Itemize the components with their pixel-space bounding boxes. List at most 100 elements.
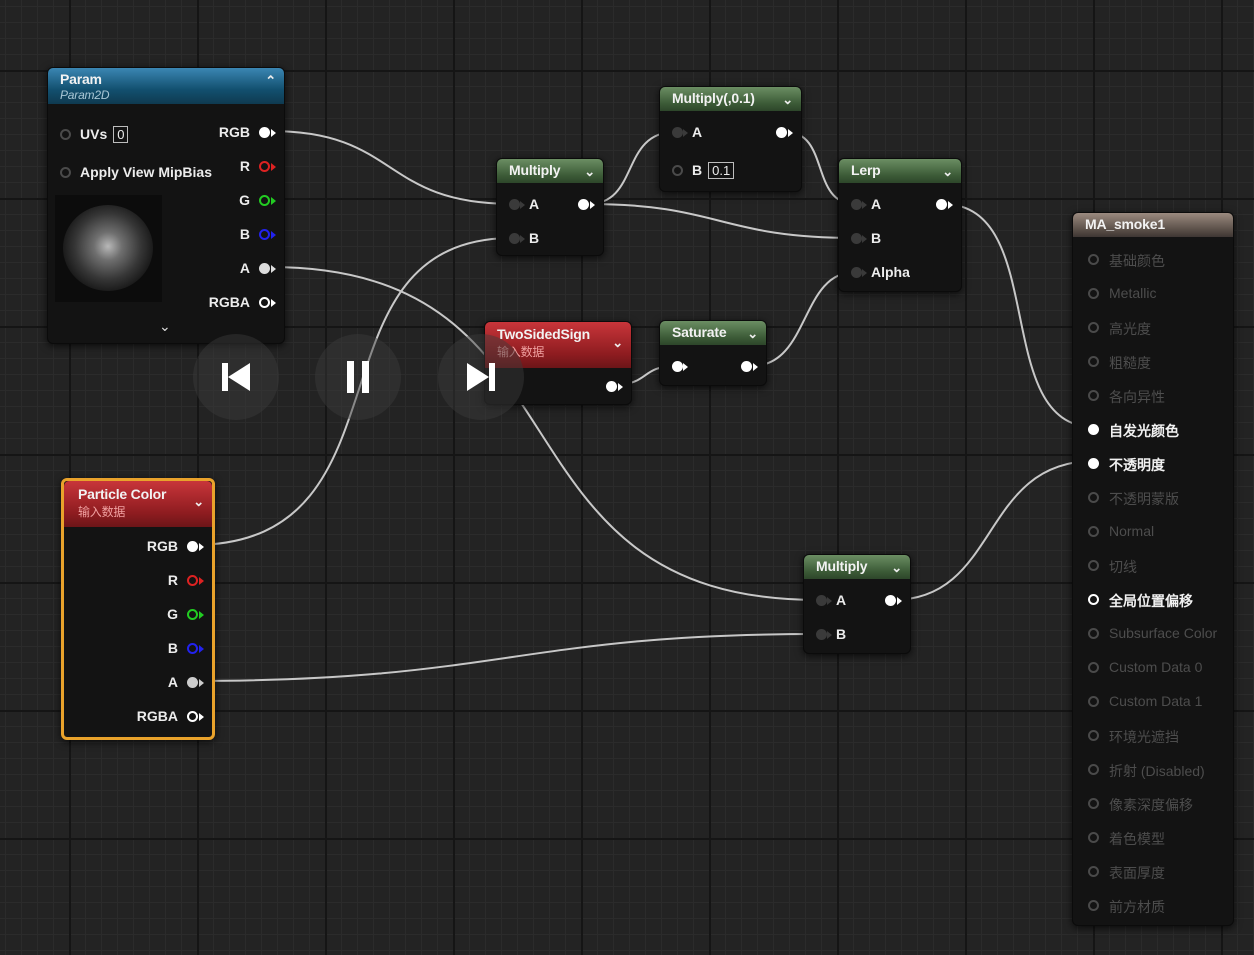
particle-out-b-pin[interactable]: [187, 643, 198, 654]
two-sided-sign-out-pin[interactable]: [606, 381, 617, 392]
multiply-in-a-pin[interactable]: [509, 199, 520, 210]
material-output-node[interactable]: MA_smoke1 基础颜色 Metallic 高光度 粗糙度 各向异性 自发光颜色 不透明…: [1072, 212, 1234, 926]
multiply-const-node[interactable]: Multiply(,0.1) ⌄ A B 0.1: [659, 86, 802, 192]
chevron-down-icon[interactable]: ⌄: [612, 335, 623, 351]
texture-preview: [55, 195, 162, 302]
param-out-g-label: G: [239, 192, 250, 208]
multiply-2-out-pin[interactable]: [885, 595, 896, 606]
multiply-out-pin[interactable]: [578, 199, 589, 210]
expand-chevron-icon[interactable]: ⌄: [159, 318, 171, 335]
lerp-in-a-pin[interactable]: [851, 199, 862, 210]
lerp-in-b-pin[interactable]: [851, 233, 862, 244]
material-input-label: Subsurface Color: [1109, 625, 1218, 641]
param-node-header[interactable]: Param Param2D ⌃: [48, 68, 284, 104]
material-input-pin[interactable]: [1088, 526, 1099, 537]
uvs-input-pin[interactable]: [60, 129, 71, 140]
mipbias-input-pin[interactable]: [60, 167, 71, 178]
multiply-const-in-a-pin[interactable]: [672, 127, 683, 138]
param-out-b-pin[interactable]: [259, 229, 270, 240]
chevron-down-icon[interactable]: ⌄: [747, 326, 758, 342]
skip-forward-button[interactable]: [438, 334, 524, 420]
multiply-const-header[interactable]: Multiply(,0.1) ⌄: [660, 87, 801, 111]
chevron-down-icon[interactable]: ⌄: [942, 164, 953, 180]
param-node[interactable]: Param Param2D ⌃ UVs 0 Apply View MipBias …: [47, 67, 285, 344]
lerp-in-alpha-pin[interactable]: [851, 267, 862, 278]
material-input-label: 像素深度偏移: [1109, 797, 1193, 813]
material-input-pin[interactable]: [1088, 322, 1099, 333]
material-input-pin[interactable]: [1088, 424, 1099, 435]
pause-button[interactable]: [315, 334, 401, 420]
uvs-label: UVs: [80, 126, 108, 142]
multiply-const-out-pin[interactable]: [776, 127, 787, 138]
param-out-rgb-pin[interactable]: [259, 127, 270, 138]
material-input-pin[interactable]: [1088, 594, 1099, 605]
smoke-texture-thumbnail: [63, 205, 153, 291]
skip-back-button[interactable]: [193, 334, 279, 420]
material-input-pin[interactable]: [1088, 832, 1099, 843]
multiply-2-in-b-pin[interactable]: [816, 629, 827, 640]
material-input-pin[interactable]: [1088, 254, 1099, 265]
particle-color-header[interactable]: Particle Color 输入数据 ⌄: [64, 481, 212, 527]
particle-out-rgb-label: RGB: [146, 538, 178, 554]
material-input-pin[interactable]: [1088, 866, 1099, 877]
param-out-rgba-pin[interactable]: [259, 297, 270, 308]
material-input-pin[interactable]: [1088, 356, 1099, 367]
particle-color-subtitle: 输入数据: [78, 505, 126, 519]
saturate-out-pin[interactable]: [741, 361, 752, 372]
material-input-pin[interactable]: [1088, 764, 1099, 775]
saturate-node[interactable]: Saturate ⌄: [659, 320, 767, 386]
chevron-down-icon[interactable]: ⌄: [782, 92, 793, 108]
material-input-pin[interactable]: [1088, 628, 1099, 639]
lerp-node-title: Lerp: [851, 162, 881, 178]
chevron-down-icon[interactable]: ⌄: [891, 560, 902, 576]
material-input-pin[interactable]: [1088, 390, 1099, 401]
multiply-node-2-header[interactable]: Multiply ⌄: [804, 555, 910, 579]
material-input-pin[interactable]: [1088, 900, 1099, 911]
lerp-node-header[interactable]: Lerp ⌄: [839, 159, 961, 183]
particle-out-rgb-pin[interactable]: [187, 541, 198, 552]
multiply-const-in-b-label: B: [692, 162, 703, 178]
multiply-node[interactable]: Multiply ⌄ A B: [496, 158, 604, 256]
particle-out-a-pin[interactable]: [187, 677, 198, 688]
material-input-pin[interactable]: [1088, 798, 1099, 809]
particle-color-title: Particle Color: [78, 486, 167, 502]
material-input-label: 各向异性: [1109, 389, 1165, 405]
param-out-r-pin[interactable]: [259, 161, 270, 172]
multiply-node-title: Multiply: [509, 162, 561, 178]
chevron-down-icon[interactable]: ⌄: [193, 494, 204, 510]
wire-multiply2-to-opacity: [892, 460, 1095, 601]
material-input-label: Custom Data 0: [1109, 659, 1203, 675]
multiply-const-in-b-pin[interactable]: [672, 165, 683, 176]
saturate-node-header[interactable]: Saturate ⌄: [660, 321, 766, 345]
chevron-down-icon[interactable]: ⌄: [584, 164, 595, 180]
param-out-g-pin[interactable]: [259, 195, 270, 206]
multiply-const-b-value-field[interactable]: 0.1: [708, 162, 735, 179]
param-out-a-pin[interactable]: [259, 263, 270, 274]
saturate-in-pin[interactable]: [672, 361, 683, 372]
collapse-icon[interactable]: ⌃: [265, 73, 276, 89]
material-input-pin[interactable]: [1088, 730, 1099, 741]
material-input-label: 折射 (Disabled): [1109, 763, 1205, 779]
material-input-pin[interactable]: [1088, 458, 1099, 469]
multiply-2-in-b-label: B: [836, 626, 847, 642]
uvs-value-field[interactable]: 0: [113, 126, 129, 143]
material-output-header[interactable]: MA_smoke1: [1073, 213, 1233, 237]
material-input-pin[interactable]: [1088, 662, 1099, 673]
lerp-node[interactable]: Lerp ⌄ A B Alpha: [838, 158, 962, 292]
material-input-pin[interactable]: [1088, 492, 1099, 503]
material-output-title: MA_smoke1: [1085, 216, 1165, 232]
param-out-r-label: R: [239, 158, 250, 174]
particle-color-node[interactable]: Particle Color 输入数据 ⌄ RGB R G B A RGBA: [61, 478, 215, 740]
multiply-in-b-pin[interactable]: [509, 233, 520, 244]
particle-out-g-pin[interactable]: [187, 609, 198, 620]
material-input-pin[interactable]: [1088, 288, 1099, 299]
multiply-node-header[interactable]: Multiply ⌄: [497, 159, 603, 183]
material-input-pin[interactable]: [1088, 696, 1099, 707]
particle-out-r-pin[interactable]: [187, 575, 198, 586]
multiply-node-2[interactable]: Multiply ⌄ A B: [803, 554, 911, 654]
lerp-out-pin[interactable]: [936, 199, 947, 210]
particle-out-rgba-pin[interactable]: [187, 711, 198, 722]
multiply-const-in-b-row: B 0.1: [692, 162, 735, 179]
multiply-2-in-a-pin[interactable]: [816, 595, 827, 606]
material-input-pin[interactable]: [1088, 560, 1099, 571]
